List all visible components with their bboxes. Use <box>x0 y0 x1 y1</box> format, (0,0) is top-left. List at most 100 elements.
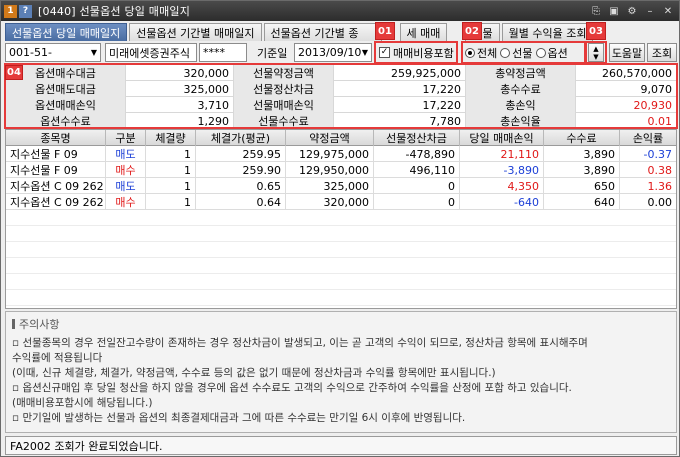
highlight-04 <box>4 63 678 129</box>
notice-line: (이때, 신규 체결량, 체결가, 약정금액, 수수료 등의 값은 없기 때문에… <box>12 367 496 379</box>
marker-01: 01 <box>375 22 395 40</box>
col-header[interactable]: 구분 <box>106 130 146 146</box>
tab-bar: 선물옵션 당일 매매일지 선물옵션 기간별 매매일지 선물옵션 기간별 종 세 … <box>5 23 595 41</box>
marker-02: 02 <box>462 22 482 40</box>
col-header[interactable]: 선물정산차금 <box>374 130 460 146</box>
cell-price: 259.90 <box>196 162 286 178</box>
cell-price: 0.64 <box>196 194 286 210</box>
table-header-row: 종목명 구분 체결량 체결가(평균) 약정금액 선물정산차금 당일 매매손익 수… <box>6 130 676 146</box>
notice-panel: 주의사항 ▫ 선물종목의 경우 전일잔고수량이 존재하는 경우 정산차금이 발생… <box>5 311 677 433</box>
cell-side: 매도 <box>106 146 146 162</box>
radio-all-label: 전체 <box>477 46 498 60</box>
account-select[interactable]: 001-51- ▼ <box>5 43 101 62</box>
radio-empty-icon <box>535 47 546 58</box>
cell-settle: 496,110 <box>374 162 460 178</box>
table-row[interactable]: 지수선물 F 09 매수 1 259.90 129,950,000 496,110 -3,8… <box>6 162 676 178</box>
minimize-icon[interactable]: – <box>643 4 657 18</box>
radio-all[interactable]: 전체 <box>465 45 497 61</box>
cell-qty: 1 <box>146 162 196 178</box>
cell-side: 매수 <box>106 194 146 210</box>
include-fee-checkbox[interactable]: ✓ 매매비용포함 <box>379 43 454 62</box>
status-bar: FA2002 조회가 완료되었습니다. <box>5 436 677 455</box>
col-header[interactable]: 손익률 <box>620 130 676 146</box>
cell-qty: 1 <box>146 146 196 162</box>
cell-rate: -0.37 <box>643 147 672 161</box>
close-icon[interactable]: ✕ <box>661 4 675 18</box>
up-arrow-icon: ▲ <box>593 44 599 53</box>
table-row[interactable]: 지수옵션 C 09 262 매도 1 0.65 325,000 0 4,350 650 1.36 <box>6 178 676 194</box>
chevron-down-icon: ▼ <box>90 48 97 57</box>
calendar-dropdown-icon[interactable]: ▼ <box>362 48 368 57</box>
radio-selected-icon <box>465 47 475 58</box>
account-value: 001-51- <box>9 46 52 59</box>
tab-period-journal[interactable]: 선물옵션 기간별 매매일지 <box>129 23 262 41</box>
col-header[interactable]: 약정금액 <box>286 130 374 146</box>
table-row[interactable]: 지수옵션 C 09 262 매수 1 0.64 320,000 0 -640 640 0.00 <box>6 194 676 210</box>
cell-fee: 640 <box>544 194 620 210</box>
cell-pnl: 21,110 <box>460 146 544 162</box>
col-header[interactable]: 체결량 <box>146 130 196 146</box>
marker-04: 04 <box>5 65 23 80</box>
main-window: 1 ? [0440] 선물옵션 당일 매매일지 ⎘ ▣ ⚙ – ✕ 선물옵션 당… <box>0 0 680 457</box>
table-row[interactable]: 지수선물 F 09 매도 1 259.95 129,975,000 -478,890 21,… <box>6 146 676 162</box>
radio-options[interactable]: 옵션 <box>535 45 568 61</box>
help-badge[interactable]: ? <box>19 4 32 18</box>
account-name-field: 미래에셋증권주식 <box>105 43 197 62</box>
cell-pnl: 4,350 <box>460 178 544 194</box>
include-fee-label: 매매비용포함 <box>393 46 454 60</box>
date-label: 기준일 <box>257 46 288 60</box>
down-arrow-icon: ▼ <box>593 52 599 61</box>
password-input[interactable]: **** <box>199 43 247 62</box>
radio-options-label: 옵션 <box>547 46 568 60</box>
table-body: 지수선물 F 09 매도 1 259.95 129,975,000 -478,890 21,… <box>6 146 676 210</box>
notice-title: 주의사항 <box>12 316 670 332</box>
col-header[interactable]: 체결가(평균) <box>196 130 286 146</box>
notice-line: (매매비용포함시에 해당됩니다.) <box>12 397 153 409</box>
tab-daily-journal[interactable]: 선물옵션 당일 매매일지 <box>5 23 128 41</box>
help-button[interactable]: 도움말 <box>609 43 645 62</box>
cell-name: 지수선물 F 09 <box>6 146 106 162</box>
radio-futures-label: 선물 <box>512 46 533 60</box>
cell-rate: 0.00 <box>647 195 673 209</box>
notice-title-text: 주의사항 <box>19 318 60 331</box>
cell-rate: 1.36 <box>647 179 673 193</box>
cell-amount: 325,000 <box>286 178 374 194</box>
cell-qty: 1 <box>146 194 196 210</box>
cell-amount: 129,975,000 <box>286 146 374 162</box>
cell-side: 매도 <box>106 178 146 194</box>
notice-line: ▫ 옵션신규매입 후 당일 청산을 하지 않을 경우에 옵션 수수료도 고객의 … <box>12 382 572 394</box>
cell-amount: 320,000 <box>286 194 374 210</box>
date-input[interactable]: 2013/09/10 ▼ <box>294 43 372 62</box>
cell-rate: 0.38 <box>647 163 673 177</box>
cell-amount: 129,950,000 <box>286 162 374 178</box>
date-value: 2013/09/10 <box>298 46 362 59</box>
query-button[interactable]: 조회 <box>647 43 677 62</box>
col-header[interactable]: 수수료 <box>544 130 620 146</box>
tab-period-by-item[interactable]: 선물옵션 기간별 종 <box>263 23 382 41</box>
cell-price: 0.65 <box>196 178 286 194</box>
col-header[interactable]: 당일 매매손익 <box>460 130 544 146</box>
col-header[interactable]: 종목명 <box>6 130 106 146</box>
settings-icon[interactable]: ⚙ <box>625 4 639 18</box>
cell-settle: -478,890 <box>374 146 460 162</box>
notice-bar-icon <box>12 319 15 329</box>
notice-line: ▫ 선물종목의 경우 전일잔고수량이 존재하는 경우 정산차금이 발생되고, 이… <box>12 337 588 349</box>
notice-line: 수익률에 적용됩니다 <box>12 352 103 364</box>
title-bar[interactable]: 1 ? [0440] 선물옵션 당일 매매일지 ⎘ ▣ ⚙ – ✕ <box>1 1 679 21</box>
cell-fee: 3,890 <box>544 162 620 178</box>
link-icon[interactable]: ⎘ <box>589 4 603 18</box>
trades-table[interactable]: 종목명 구분 체결량 체결가(평균) 약정금액 선물정산차금 당일 매매손익 수… <box>5 129 677 309</box>
checkbox-checked-icon: ✓ <box>379 47 390 58</box>
camera-icon[interactable]: ▣ <box>607 4 621 18</box>
cell-name: 지수옵션 C 09 262 <box>6 178 106 194</box>
radio-futures[interactable]: 선물 <box>500 45 533 61</box>
tab-detail-trades[interactable]: 세 매매 <box>399 23 448 41</box>
marker-03: 03 <box>586 22 606 40</box>
cell-pnl: -3,890 <box>460 162 544 178</box>
cell-settle: 0 <box>374 178 460 194</box>
window-title: [0440] 선물옵션 당일 매매일지 <box>38 5 191 18</box>
radio-empty-icon <box>500 47 511 58</box>
spin-updown-button[interactable]: ▲ ▼ <box>588 43 604 62</box>
app-badge: 1 <box>4 4 17 18</box>
tab-monthly-return[interactable]: 월별 수익율 조회 <box>501 23 594 41</box>
